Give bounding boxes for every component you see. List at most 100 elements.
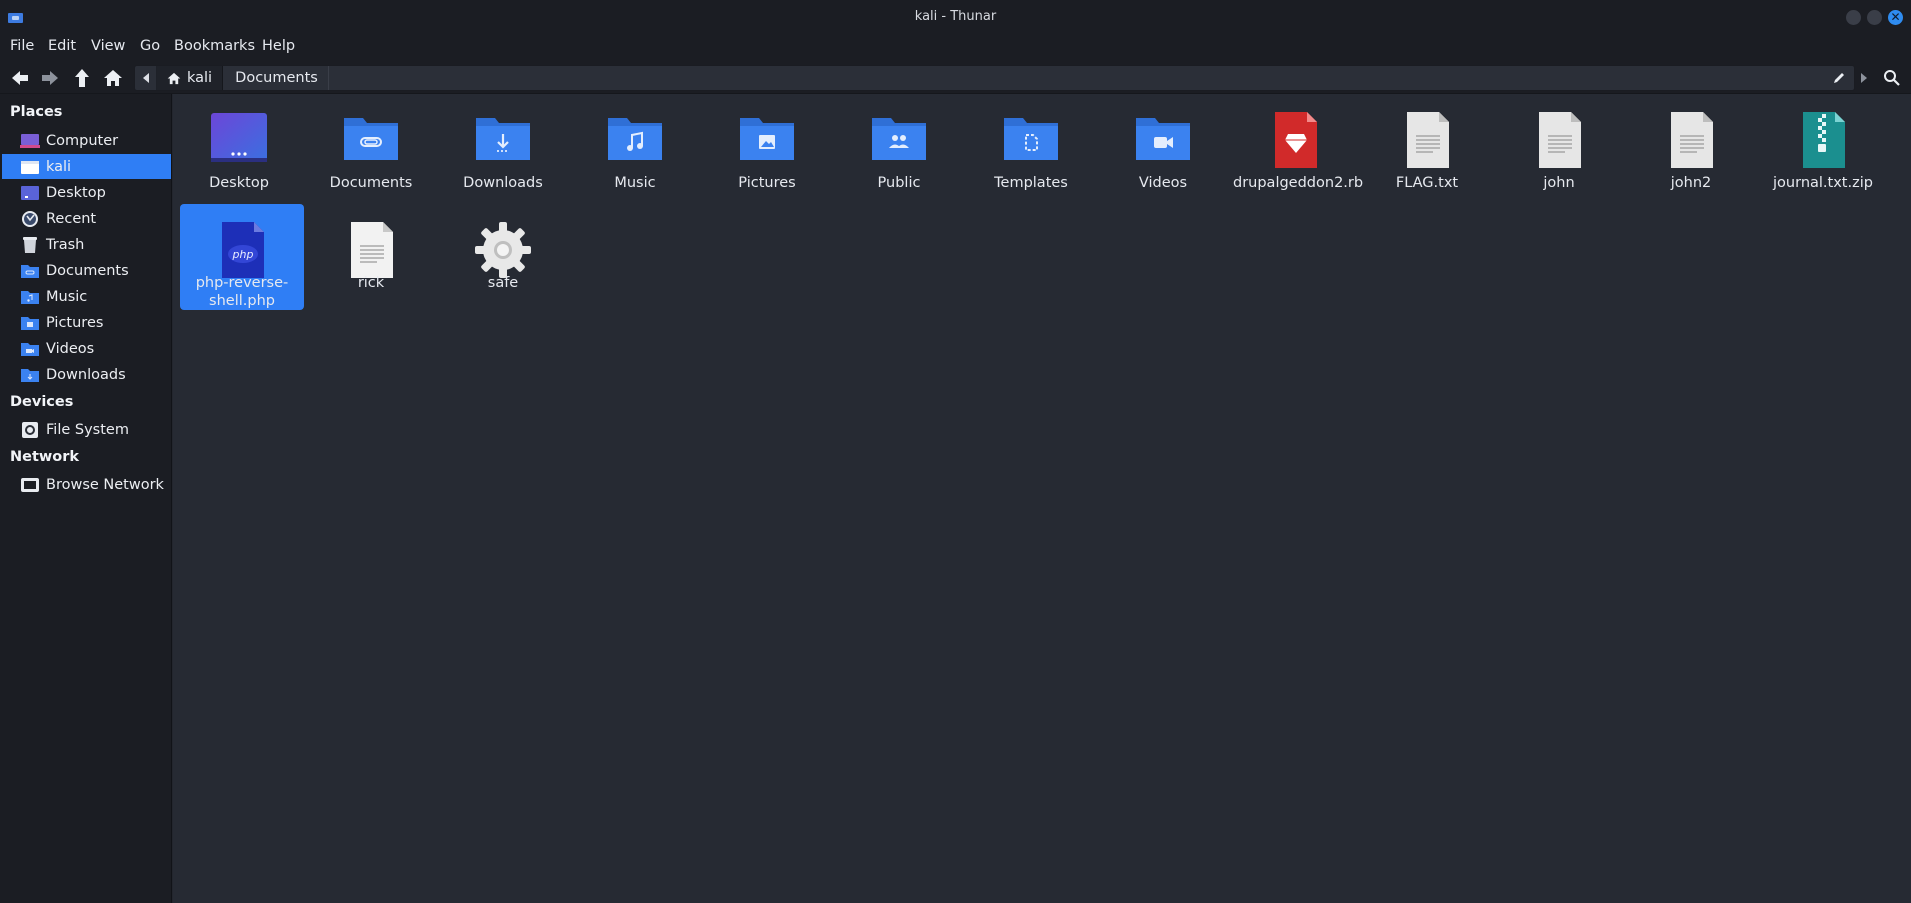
file-item-desktop[interactable]: Desktop bbox=[177, 94, 301, 200]
maximize-button[interactable] bbox=[1867, 10, 1882, 25]
file-item-public[interactable]: Public bbox=[837, 94, 961, 200]
file-item-label: drupalgeddon2.rb bbox=[1233, 175, 1364, 191]
file-item-label: rick bbox=[357, 275, 385, 291]
file-item-john2[interactable]: john2 bbox=[1629, 94, 1753, 200]
search-icon bbox=[1884, 70, 1900, 86]
sidebar-item-documents[interactable]: Documents bbox=[2, 258, 171, 283]
file-item-downloads[interactable]: Downloads bbox=[441, 94, 565, 200]
sidebar-item-music[interactable]: Music bbox=[2, 284, 171, 309]
crumb-kali-label: kali bbox=[187, 70, 213, 86]
file-item-pictures[interactable]: Pictures bbox=[705, 94, 829, 200]
pencil-icon bbox=[1834, 73, 1844, 83]
text-file-icon bbox=[1407, 112, 1449, 168]
menu-go[interactable]: Go bbox=[140, 38, 160, 54]
sidebar-item-computer[interactable]: Computer bbox=[2, 128, 171, 153]
downloads-folder-icon bbox=[20, 366, 40, 384]
pictures-folder-icon bbox=[740, 118, 794, 160]
title-bar: kali - Thunar ✕ bbox=[0, 0, 1911, 34]
file-item-templates[interactable]: Templates bbox=[969, 94, 1093, 200]
sidebar-item-label: Downloads bbox=[46, 366, 126, 383]
sidebar-item-pictures[interactable]: Pictures bbox=[2, 310, 171, 335]
file-item-label: Desktop bbox=[209, 175, 269, 191]
menu-edit[interactable]: Edit bbox=[48, 38, 76, 54]
file-item-label: Public bbox=[877, 175, 921, 191]
file-item-journal-zip[interactable]: journal.txt.zip bbox=[1761, 94, 1885, 200]
crumb-documents[interactable]: Documents bbox=[225, 66, 329, 90]
music-folder-icon bbox=[608, 118, 662, 160]
file-item-label: php-reverse-shell.php bbox=[195, 275, 289, 309]
public-folder-icon bbox=[872, 118, 926, 160]
recent-clock-icon bbox=[20, 210, 40, 228]
toolbar: kali Documents bbox=[0, 62, 1911, 94]
videos-folder-icon bbox=[1136, 118, 1190, 160]
sidebar-item-label: File System bbox=[46, 421, 129, 438]
menu-help[interactable]: Help bbox=[262, 38, 295, 54]
templates-folder-icon bbox=[1004, 118, 1058, 160]
sidebar-item-recent[interactable]: Recent bbox=[2, 206, 171, 231]
ruby-file-icon bbox=[1275, 112, 1317, 168]
file-item-label: Pictures bbox=[738, 175, 796, 191]
menu-file[interactable]: File bbox=[10, 38, 34, 54]
pathbar-scroll-right[interactable] bbox=[1852, 66, 1876, 90]
back-button[interactable] bbox=[8, 66, 32, 90]
trash-icon bbox=[20, 236, 40, 254]
arrow-left-icon bbox=[12, 71, 28, 85]
crumb-documents-label: Documents bbox=[235, 70, 318, 86]
home-button[interactable] bbox=[101, 66, 125, 90]
menu-view[interactable]: View bbox=[91, 38, 125, 54]
svg-text:php: php bbox=[232, 248, 254, 261]
file-item-label: FLAG.txt bbox=[1395, 175, 1459, 191]
crumb-kali[interactable]: kali bbox=[157, 66, 224, 90]
sidebar-item-downloads[interactable]: Downloads bbox=[2, 362, 171, 387]
sidebar-item-kali[interactable]: kali bbox=[2, 154, 171, 179]
text-file-icon bbox=[1671, 112, 1713, 168]
pathbar-scroll-left[interactable] bbox=[135, 66, 157, 90]
home-icon bbox=[167, 72, 181, 84]
edit-location-button[interactable] bbox=[1827, 66, 1851, 90]
file-item-drupalgeddon2[interactable]: drupalgeddon2.rb bbox=[1233, 94, 1364, 200]
file-item-music[interactable]: Music bbox=[573, 94, 697, 200]
window-title: kali - Thunar bbox=[914, 9, 997, 24]
minimize-button[interactable] bbox=[1846, 10, 1861, 25]
file-item-label: Videos bbox=[1138, 175, 1188, 191]
sidebar-item-label: Recent bbox=[46, 210, 97, 227]
home-folder-icon bbox=[20, 158, 40, 176]
sidebar-item-label: Trash bbox=[46, 236, 85, 253]
videos-folder-icon bbox=[20, 340, 40, 358]
sidebar-item-label: Music bbox=[46, 288, 88, 305]
documents-folder-icon bbox=[20, 262, 40, 280]
up-button[interactable] bbox=[70, 66, 94, 90]
file-item-flag-txt[interactable]: FLAG.txt bbox=[1365, 94, 1489, 200]
menu-bookmarks[interactable]: Bookmarks bbox=[174, 38, 255, 54]
file-item-videos[interactable]: Videos bbox=[1101, 94, 1225, 200]
sidebar-item-videos[interactable]: Videos bbox=[2, 336, 171, 361]
search-button[interactable] bbox=[1880, 66, 1904, 90]
sidebar-item-trash[interactable]: Trash bbox=[2, 232, 171, 257]
computer-icon bbox=[20, 132, 40, 150]
home-icon bbox=[104, 70, 122, 86]
file-item-label: Templates bbox=[994, 175, 1068, 191]
triangle-right-icon bbox=[1861, 73, 1867, 83]
sidebar-item-label: Documents bbox=[46, 262, 129, 279]
music-folder-icon bbox=[20, 288, 40, 306]
sidebar-item-file-system[interactable]: File System bbox=[2, 417, 171, 442]
file-item-label: safe bbox=[487, 275, 519, 291]
file-item-safe[interactable]: safe bbox=[441, 204, 565, 310]
file-item-label: Downloads bbox=[463, 175, 543, 191]
arrow-up-icon bbox=[75, 69, 89, 87]
file-item-documents[interactable]: Documents bbox=[309, 94, 433, 200]
close-button[interactable]: ✕ bbox=[1888, 10, 1903, 25]
desktop-folder-icon bbox=[211, 113, 267, 162]
file-item-john[interactable]: john bbox=[1497, 94, 1621, 200]
file-icon-view[interactable]: Desktop Documents Downloads Music Pictur… bbox=[173, 94, 1911, 903]
forward-button[interactable] bbox=[38, 66, 62, 90]
triangle-left-icon bbox=[142, 73, 149, 83]
sidebar-item-browse-network[interactable]: Browse Network bbox=[2, 472, 171, 497]
documents-folder-icon bbox=[344, 118, 398, 160]
file-item-rick[interactable]: rick bbox=[309, 204, 433, 310]
downloads-folder-icon bbox=[476, 118, 530, 160]
network-icon bbox=[20, 476, 40, 494]
file-item-php-reverse-shell[interactable]: php php-reverse-shell.php bbox=[180, 204, 304, 310]
sidebar-item-desktop[interactable]: Desktop bbox=[2, 180, 171, 205]
file-item-label: journal.txt.zip bbox=[1773, 175, 1873, 191]
